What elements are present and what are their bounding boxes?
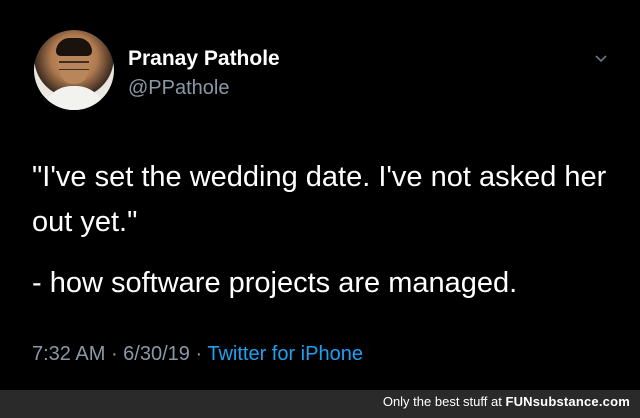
tweet-meta: 7:32 AM · 6/30/19 · Twitter for iPhone bbox=[32, 343, 363, 366]
tweet-time[interactable]: 7:32 AM bbox=[32, 343, 105, 365]
avatar-glasses bbox=[59, 61, 89, 70]
author-name[interactable]: Pranay Pathole bbox=[128, 47, 280, 71]
meta-separator: · bbox=[189, 343, 208, 365]
avatar-hair bbox=[56, 38, 92, 56]
tweet-card: Pranay Pathole @PPathole "I've set the w… bbox=[0, 0, 640, 390]
tweet-text: "I've set the wedding date. I've not ask… bbox=[32, 155, 612, 306]
tweet-text-line-2: - how software projects are managed. bbox=[32, 267, 518, 299]
author-handle[interactable]: @PPathole bbox=[128, 77, 229, 100]
tweet-date[interactable]: 6/30/19 bbox=[123, 343, 190, 365]
tweet-source-link[interactable]: Twitter for iPhone bbox=[207, 343, 363, 365]
tweet-text-line-1: "I've set the wedding date. I've not ask… bbox=[32, 161, 607, 238]
watermark-text: Only the best stuff at FUNsubstance.com bbox=[383, 394, 630, 409]
watermark-prefix: Only the best stuff at bbox=[382, 394, 506, 409]
watermark-bar: Only the best stuff at FUNsubstance.com bbox=[0, 390, 640, 418]
meta-separator: · bbox=[105, 343, 124, 365]
avatar-shirt bbox=[42, 86, 106, 110]
chevron-down-icon[interactable] bbox=[594, 52, 608, 66]
watermark-brand: FUNsubstance.com bbox=[505, 394, 630, 409]
avatar[interactable] bbox=[34, 30, 114, 110]
